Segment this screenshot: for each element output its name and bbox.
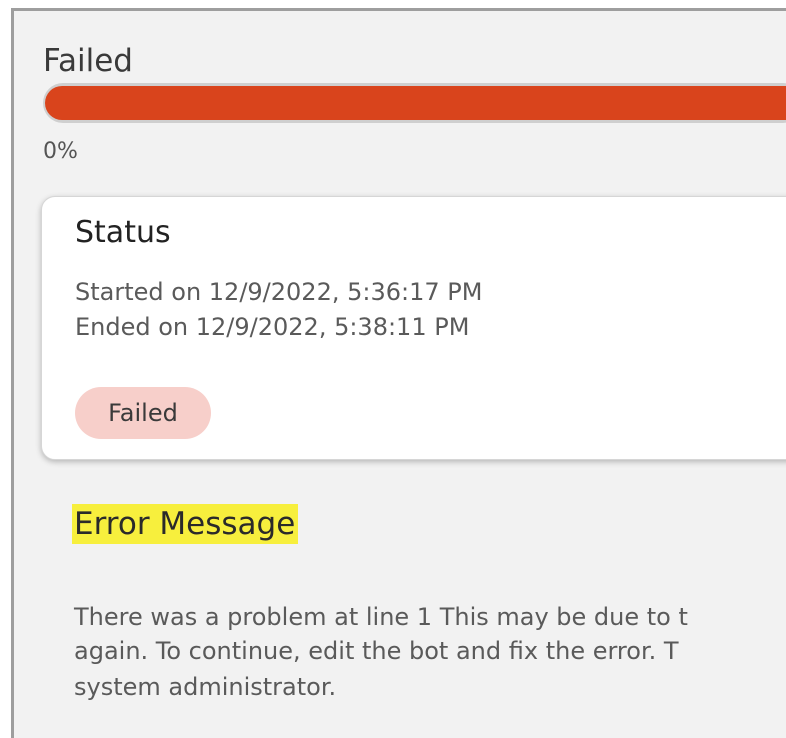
status-card: Status Started on 12/9/2022, 5:36:17 PM … bbox=[41, 196, 786, 460]
error-message-line: again. To continue, edit the bot and fix… bbox=[74, 637, 679, 665]
started-timestamp: Started on 12/9/2022, 5:36:17 PM bbox=[75, 278, 483, 306]
progress-bar-fill bbox=[45, 86, 786, 120]
error-message-line: system administrator. bbox=[74, 673, 337, 701]
status-badge: Failed bbox=[75, 387, 211, 439]
status-card-title: Status bbox=[75, 215, 171, 250]
progress-percent: 0% bbox=[43, 139, 78, 164]
error-message-line: There was a problem at line 1 This may b… bbox=[74, 603, 688, 631]
error-message-heading: Error Message bbox=[72, 504, 299, 544]
ended-timestamp: Ended on 12/9/2022, 5:38:11 PM bbox=[75, 313, 470, 341]
run-status-label: Failed bbox=[43, 43, 133, 79]
